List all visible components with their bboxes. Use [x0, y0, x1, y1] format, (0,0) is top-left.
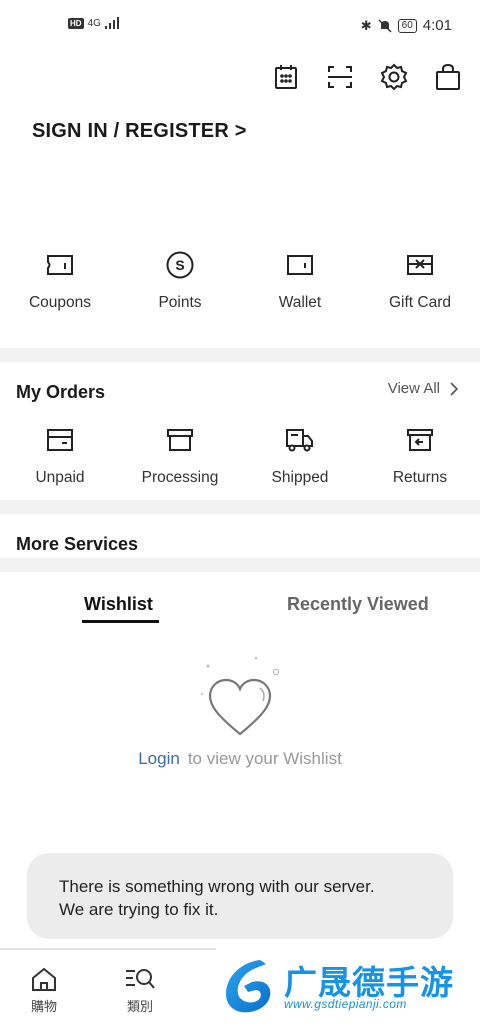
chevron-right-icon	[450, 381, 458, 396]
sign-in-register-link[interactable]: SIGN IN / REGISTER >	[32, 120, 247, 143]
points-label: Points	[158, 294, 202, 311]
nav-category[interactable]: 類別	[124, 966, 156, 1015]
wallet-icon	[286, 250, 314, 280]
home-icon	[32, 967, 56, 991]
empty-wishlist-heart-icon	[198, 654, 282, 745]
bluetooth-icon: ✱	[360, 17, 372, 33]
login-link[interactable]: Login	[138, 749, 180, 768]
watermark-logo-icon	[226, 960, 271, 1013]
returns-button[interactable]: Returns	[360, 425, 480, 487]
clock: 4:01	[422, 17, 452, 34]
section-divider	[0, 348, 480, 362]
shipped-button[interactable]: Shipped	[240, 425, 360, 487]
bag-icon[interactable]	[434, 62, 462, 92]
nav-shopping[interactable]: 購物	[30, 966, 58, 1015]
mute-icon	[378, 18, 392, 33]
watermark-url: www.gsdtiepianji.com	[284, 997, 407, 1011]
signal-indicators: HD 4G	[68, 17, 121, 29]
processing-label: Processing	[141, 469, 219, 486]
login-prompt-text: to view your Wishlist	[187, 749, 342, 768]
nav-top-border	[0, 948, 216, 950]
wallet-button[interactable]: Wallet	[240, 250, 360, 312]
processing-button[interactable]: Processing	[120, 425, 240, 487]
truck-icon	[285, 425, 315, 455]
section-divider	[0, 500, 480, 514]
section-divider	[0, 558, 480, 572]
network-type: 4G	[87, 17, 101, 29]
active-tab-indicator	[82, 620, 159, 623]
tab-recently-viewed[interactable]: Recently Viewed	[287, 594, 429, 615]
orders-row: Unpaid Processing Shipped Returns	[0, 425, 480, 487]
unpaid-button[interactable]: Unpaid	[0, 425, 120, 487]
toast-line-1: There is something wrong with our server…	[59, 877, 375, 896]
system-indicators: ✱ 60 4:01	[361, 17, 452, 34]
server-error-toast: There is something wrong with our server…	[27, 853, 453, 939]
battery-indicator: 60	[397, 18, 417, 33]
toast-line-2: We are trying to fix it.	[59, 900, 219, 919]
status-bar: HD 4G ✱ 60 4:01	[0, 0, 480, 56]
header-actions	[272, 62, 462, 92]
nav-shopping-label: 購物	[30, 999, 57, 1014]
shipped-label: Shipped	[271, 469, 329, 486]
hd-badge: HD	[68, 17, 84, 29]
calendar-icon[interactable]	[272, 62, 300, 92]
tab-wishlist[interactable]: Wishlist	[84, 594, 153, 615]
settings-icon[interactable]	[380, 62, 408, 92]
processing-icon	[166, 425, 194, 455]
gift-card-label: Gift Card	[388, 294, 451, 311]
view-all-orders-link[interactable]: View All	[388, 380, 458, 397]
signal-icon	[104, 17, 119, 29]
svg-text:S: S	[175, 257, 184, 273]
points-button[interactable]: S Points	[120, 250, 240, 312]
gift-card-icon	[406, 250, 434, 280]
returns-icon	[406, 425, 434, 455]
coupons-label: Coupons	[28, 294, 92, 311]
view-all-label: View All	[387, 380, 440, 397]
coupon-icon	[46, 250, 74, 280]
scan-icon[interactable]	[326, 62, 354, 92]
more-services-title: More Services	[16, 534, 139, 554]
wallet-label: Wallet	[278, 294, 322, 311]
assets-row: Coupons S Points Wallet Gift Card	[0, 250, 480, 312]
nav-category-label: 類別	[126, 999, 153, 1014]
wishlist-login-prompt: Login to view your Wishlist	[0, 749, 480, 769]
points-icon: S	[165, 250, 195, 280]
coupons-button[interactable]: Coupons	[0, 250, 120, 312]
returns-label: Returns	[392, 469, 448, 486]
site-watermark: 广晟德手游 www.gsdtiepianji.com	[218, 950, 480, 1025]
unpaid-icon	[46, 425, 74, 455]
gift-card-button[interactable]: Gift Card	[360, 250, 480, 312]
my-orders-title: My Orders	[16, 382, 106, 402]
category-search-icon	[126, 969, 155, 989]
unpaid-label: Unpaid	[35, 469, 85, 486]
